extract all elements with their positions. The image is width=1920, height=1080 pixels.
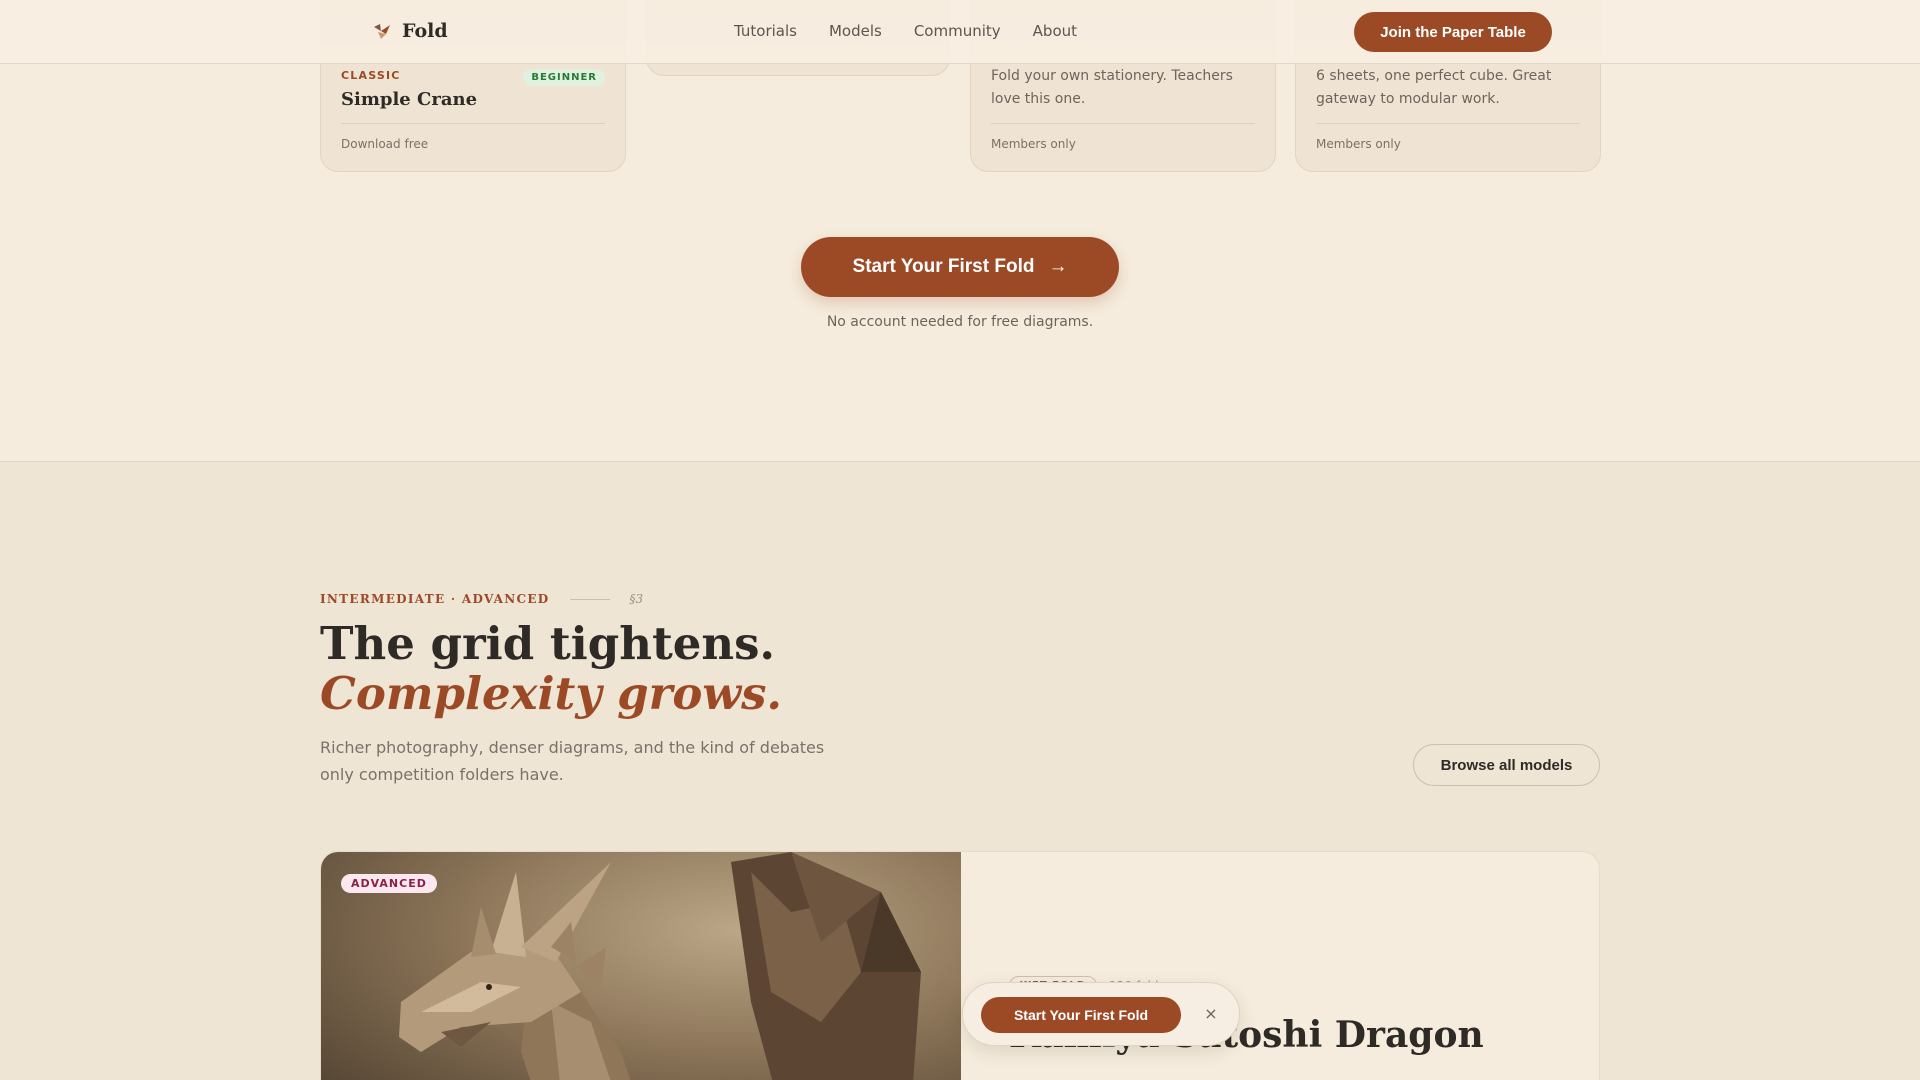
- section-eyebrow: INTERMEDIATE · ADVANCED §3: [320, 592, 643, 606]
- card-divider: [1316, 123, 1580, 124]
- section-heading: The grid tightens. Complexity grows.: [320, 619, 782, 719]
- close-icon[interactable]: ×: [1199, 1001, 1223, 1025]
- difficulty-badge: BEGINNER: [523, 69, 605, 86]
- top-nav: Fold Tutorials Models Community About Jo…: [0, 0, 1920, 64]
- card-tag: CLASSIC: [341, 69, 401, 82]
- card-title: Simple Crane: [341, 89, 478, 110]
- card-footer: Members only: [991, 137, 1076, 151]
- brand-link[interactable]: Fold: [372, 20, 448, 42]
- section-subtext: Richer photography, denser diagrams, and…: [320, 738, 825, 784]
- card-footer[interactable]: Download free: [341, 137, 428, 151]
- heading-line-1: The grid tightens.: [320, 617, 776, 670]
- card-description: 6 sheets, one perfect cube. Great gatewa…: [1316, 68, 1552, 107]
- cta-note: No account needed for free diagrams.: [826, 314, 1094, 330]
- eyebrow-label: INTERMEDIATE · ADVANCED: [320, 592, 550, 606]
- toast-start-button[interactable]: Start Your First Fold: [981, 997, 1181, 1033]
- heading-line-2: Complexity grows.: [320, 667, 783, 720]
- join-button[interactable]: Join the Paper Table: [1354, 12, 1552, 52]
- nav-link-about[interactable]: About: [1033, 22, 1077, 40]
- start-first-fold-button[interactable]: Start Your First Fold →: [801, 237, 1119, 297]
- cta-label: Start Your First Fold: [852, 256, 1035, 277]
- dragon-photo: ADVANCED: [321, 852, 961, 1080]
- nav-links: Tutorials Models Community About: [734, 22, 1077, 40]
- floating-cta-toast: Start Your First Fold ×: [962, 982, 1240, 1046]
- nav-link-tutorials[interactable]: Tutorials: [734, 22, 797, 40]
- card-footer: Members only: [1316, 137, 1401, 151]
- card-divider: [341, 123, 605, 124]
- featured-model-card[interactable]: ADVANCED WET FOLD 120 folds Kamiya Satos…: [320, 851, 1600, 1080]
- browse-all-models-button[interactable]: Browse all models: [1413, 744, 1600, 786]
- intermediate-advanced-section: INTERMEDIATE · ADVANCED §3 The grid tigh…: [0, 461, 1920, 1080]
- advanced-badge: ADVANCED: [341, 874, 437, 893]
- section-number: §3: [629, 592, 644, 606]
- eyebrow-divider: [569, 598, 610, 600]
- nav-link-community[interactable]: Community: [914, 22, 1001, 40]
- card-divider: [991, 123, 1255, 124]
- arrow-right-icon: →: [1048, 256, 1068, 277]
- nav-link-models[interactable]: Models: [829, 22, 882, 40]
- card-description: Fold your own stationery. Teachers love …: [991, 68, 1233, 107]
- brand-name: Fold: [402, 20, 448, 42]
- paper-crane-icon: [374, 24, 390, 39]
